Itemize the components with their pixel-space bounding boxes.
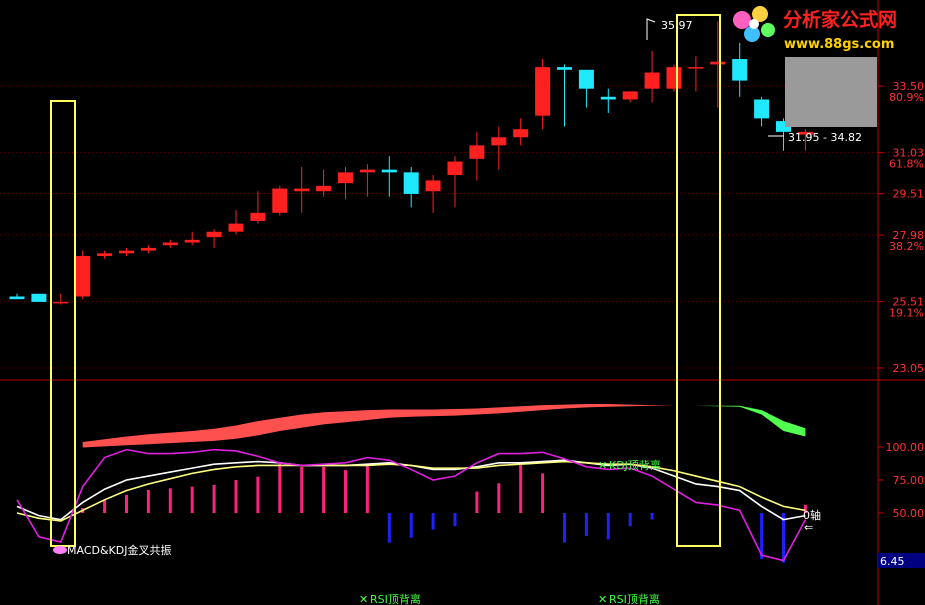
signal-marker — [53, 546, 67, 554]
rsi-divergence-marker-2: ✕ — [598, 593, 607, 605]
candle-body — [710, 61, 726, 65]
candle-body — [162, 242, 178, 246]
candle-body — [644, 72, 660, 89]
kdj-divergence-label: KDJ顶背离 — [609, 458, 661, 472]
logo-flower-petal — [733, 11, 751, 29]
fib-percent-label: 80.9% — [889, 91, 924, 104]
candle-body — [381, 169, 397, 173]
indicator-readout-value: 6.45 — [880, 555, 905, 568]
candle-body — [31, 293, 47, 302]
candle-body — [272, 188, 288, 213]
candle-body — [228, 223, 244, 232]
candle-body — [97, 253, 113, 257]
candle-body — [535, 67, 551, 116]
fib-percent-label: 19.1% — [889, 307, 924, 320]
candle-body — [557, 67, 572, 70]
price-tick-label: 23.05 — [893, 362, 925, 375]
rsi-divergence-marker-1: ✕ — [359, 593, 368, 605]
logo-flower-petal — [761, 23, 775, 37]
candle-body — [75, 256, 91, 297]
kdj-divergence-marker: ✕ — [598, 459, 607, 472]
indicator-tick-label: 100.00 — [886, 441, 925, 454]
rsi-divergence-label-2: RSI顶背离 — [609, 592, 660, 605]
stock-chart-canvas: 33.5080.9%31.0361.8%29.5127.9838.2%25.51… — [0, 0, 925, 605]
candle-body — [206, 231, 222, 238]
candle-body — [140, 247, 156, 251]
candle-body — [53, 301, 69, 304]
candle-body — [688, 67, 704, 69]
candle-body — [184, 239, 200, 243]
candle-body — [491, 137, 507, 146]
zero-axis-label: 0轴 — [803, 508, 821, 522]
candle-body — [316, 185, 332, 192]
candle-body — [732, 59, 748, 81]
logo-url: www.88gs.com — [784, 37, 894, 52]
candle-body — [622, 91, 638, 100]
price-tick-label: 29.51 — [893, 188, 925, 201]
candle-body — [250, 212, 266, 221]
candle-body — [754, 99, 770, 119]
candle-body — [469, 145, 485, 159]
indicator-tick-label: 75.00 — [893, 474, 925, 487]
candle-body — [9, 296, 25, 300]
price-range-label: 31.95 - 34.82 — [788, 131, 862, 144]
readout-panel — [785, 57, 877, 127]
high-price-label: 35.97 — [661, 19, 693, 32]
candle-body — [338, 172, 353, 184]
candle-body — [425, 180, 441, 192]
candle-body — [513, 129, 529, 138]
fib-percent-label: 38.2% — [889, 240, 924, 253]
candle-body — [447, 161, 463, 176]
candle-body — [119, 250, 134, 254]
rsi-divergence-label-1: RSI顶背离 — [370, 592, 421, 605]
candle-body — [600, 96, 616, 100]
logo-title: 分析家公式网 — [783, 8, 897, 31]
zero-axis-arrow: ⇐ — [804, 521, 813, 534]
macd-kdj-signal-label: MACD&KDJ金叉共振 — [67, 543, 171, 557]
fib-percent-label: 61.8% — [889, 158, 924, 171]
candle-body — [403, 172, 419, 194]
indicator-tick-label: 50.00 — [893, 507, 925, 520]
candle-body — [666, 67, 682, 89]
logo-flower-center — [749, 19, 759, 29]
candle-body — [578, 69, 594, 89]
candle-body — [359, 169, 375, 173]
candle-body — [294, 188, 310, 192]
